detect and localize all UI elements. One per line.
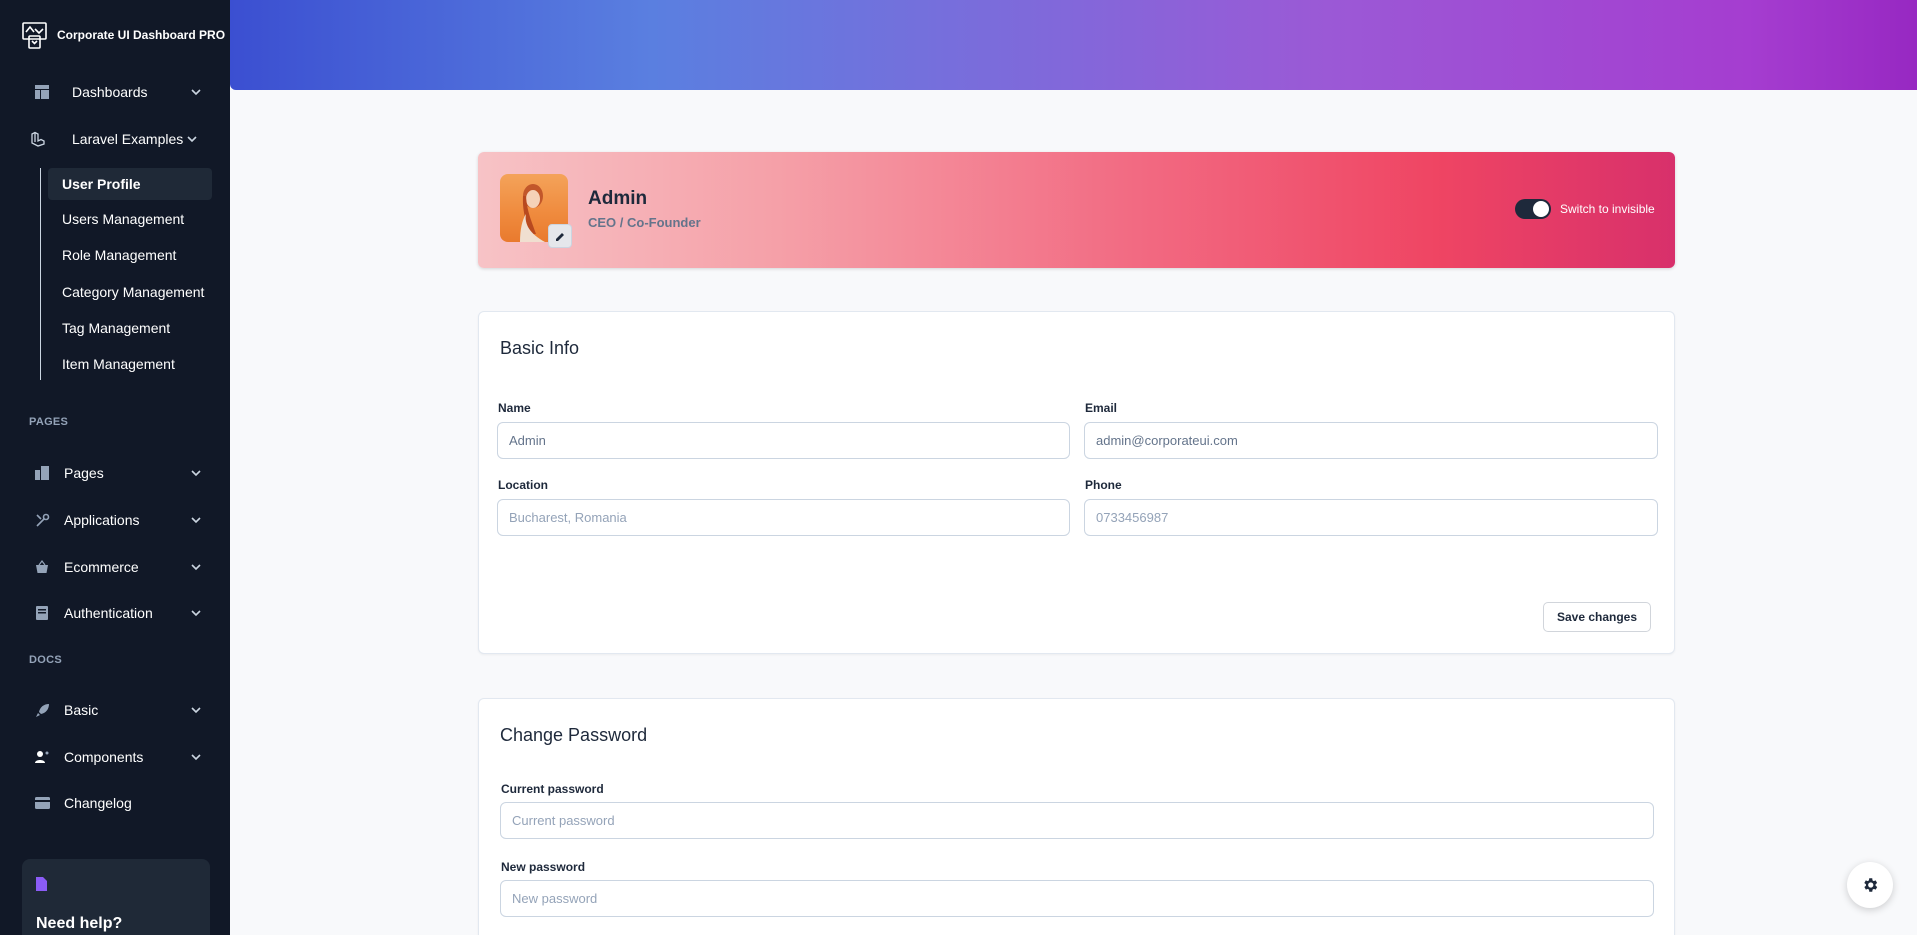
toggle-knob [1533,201,1549,217]
sidebar-item-label: Laravel Examples [72,131,184,147]
sidebar-item-label: Ecommerce [64,559,139,575]
card-icon [34,795,50,811]
brand-title: Corporate UI Dashboard PRO [57,28,226,42]
current-password-input[interactable] [500,802,1654,839]
user-plus-icon [34,749,50,765]
dashboard-icon [34,84,50,100]
sidebar: Corporate UI Dashboard PRO Dashboards La… [0,0,230,935]
brand-logo-icon [22,21,47,49]
sidebar-item-authentication[interactable]: Authentication [0,596,230,630]
section-title-pages: PAGES [29,416,69,428]
name-label: Name [498,401,531,415]
new-password-label: New password [501,860,586,874]
chevron-down-icon [191,470,201,477]
chevron-down-icon [191,517,201,524]
basic-info-title: Basic Info [500,338,580,358]
sidebar-item-laravel-examples[interactable]: Laravel Examples [0,122,230,156]
visibility-toggle[interactable] [1515,199,1551,219]
document-icon [34,605,50,621]
sidebar-item-label: Dashboards [72,84,148,100]
sidebar-item-dashboards[interactable]: Dashboards [0,75,230,109]
sidebar-item-label: Pages [64,465,104,481]
save-changes-button[interactable]: Save changes [1543,602,1651,632]
basket-icon [34,559,50,575]
location-label: Location [498,478,548,492]
chevron-down-icon [191,89,201,96]
chevron-down-icon [187,136,197,143]
new-password-input[interactable] [500,880,1654,917]
sidebar-item-label: Changelog [64,795,132,811]
phone-input[interactable] [1084,499,1658,536]
change-password-title: Change Password [500,725,648,745]
sidebar-subitem-item-management[interactable]: Item Management [48,348,212,380]
chevron-down-icon [191,564,201,571]
email-input[interactable] [1084,422,1658,459]
sidebar-item-label: Components [64,749,144,765]
header-banner [230,0,1917,90]
file-icon [36,877,47,891]
email-label: Email [1085,401,1118,415]
sidebar-item-changelog[interactable]: Changelog [0,786,230,820]
submenu-line [40,168,41,380]
chevron-down-icon [191,754,201,761]
edit-avatar-button[interactable] [548,224,572,248]
help-card: Need help? [22,859,210,935]
sidebar-item-basic[interactable]: Basic [0,693,230,727]
chevron-down-icon [191,707,201,714]
pages-icon [34,465,50,481]
settings-button[interactable] [1847,862,1893,908]
gear-icon [1864,878,1878,892]
sidebar-item-ecommerce[interactable]: Ecommerce [0,550,230,584]
name-input[interactable] [497,422,1070,459]
profile-name: Admin [588,188,648,209]
visibility-toggle-label: Switch to invisible [1560,202,1655,216]
sidebar-item-label: Applications [64,512,140,528]
phone-label: Phone [1085,478,1122,492]
pencil-icon [555,232,564,241]
sidebar-item-label: Authentication [64,605,153,621]
basic-info-card: Basic Info Name Email Location Phone Sav… [478,311,1675,654]
sidebar-item-pages[interactable]: Pages [0,456,230,490]
help-title: Need help? [36,915,123,932]
sidebar-subitem-tag-management[interactable]: Tag Management [48,312,212,344]
change-password-card: Change Password Current password New pas… [478,698,1675,935]
sidebar-subitem-user-profile[interactable]: User Profile [48,168,212,200]
brand[interactable]: Corporate UI Dashboard PRO [0,0,230,70]
chevron-down-icon [191,610,201,617]
section-title-docs: DOCS [29,654,62,666]
profile-card: Admin CEO / Co-Founder Switch to invisib… [478,152,1675,268]
sidebar-subitem-category-management[interactable]: Category Management [48,276,212,308]
sidebar-subitem-users-management[interactable]: Users Management [48,203,212,235]
current-password-label: Current password [501,782,604,796]
rocket-icon [34,702,50,718]
sidebar-subitem-role-management[interactable]: Role Management [48,239,212,271]
sidebar-item-components[interactable]: Components [0,740,230,774]
location-input[interactable] [497,499,1070,536]
sidebar-item-applications[interactable]: Applications [0,503,230,537]
tools-icon [34,512,50,528]
profile-role: CEO / Co-Founder [588,215,701,230]
sidebar-item-label: Basic [64,702,99,718]
laravel-icon [30,131,46,147]
